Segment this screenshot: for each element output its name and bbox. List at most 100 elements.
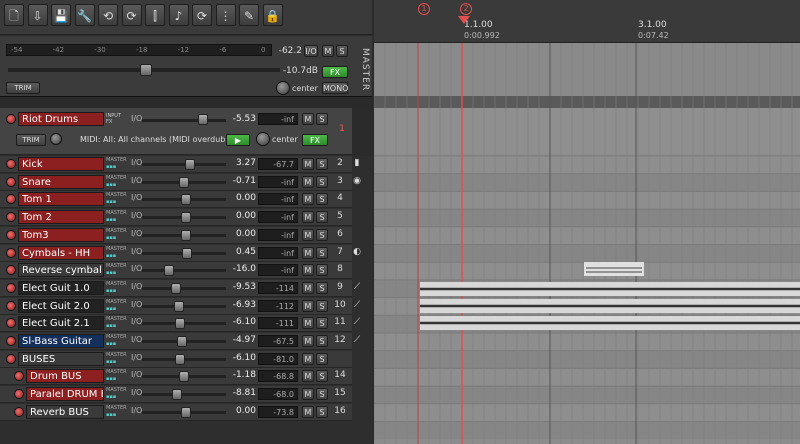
master-volume-knob[interactable] [140,64,152,76]
master-send-tag[interactable]: MASTER [106,369,130,375]
track-io-button[interactable]: I/O [131,247,142,256]
volume-fader[interactable] [142,393,226,397]
track-io-button[interactable]: I/O [131,300,142,309]
solo-button[interactable]: S [316,335,328,347]
master-send-tag[interactable]: MASTER [106,263,130,269]
volume-fader[interactable] [142,286,226,290]
mute-button[interactable]: M [302,246,314,259]
track-name[interactable]: Kick [18,157,104,171]
track-name[interactable]: Cymbals - HH [18,245,104,260]
track-name[interactable]: Reverb BUS [26,404,104,419]
record-monitor-icon[interactable]: ▶ [226,134,250,146]
track-name[interactable]: BUSES [18,351,104,366]
playhead-triangle-icon[interactable] [458,16,470,24]
track-io-button[interactable]: I/O [131,317,142,326]
track-io-button[interactable]: I/O [131,370,142,379]
track-row[interactable]: Tom3 MASTER ▪▪▪ I/O 0.00 -inf M S 6 [0,226,352,244]
trim-button[interactable]: TRIM [16,134,46,146]
track-io-button[interactable]: I/O [131,282,142,291]
input-monitor-icon[interactable] [50,133,62,145]
volume-knob[interactable] [180,212,191,224]
track-io-button[interactable]: I/O [131,264,142,273]
record-arm-button[interactable] [6,318,16,329]
track-io-button[interactable]: I/O [131,211,142,220]
volume-knob[interactable] [163,265,174,277]
record-arm-button[interactable] [14,371,24,382]
master-send-tag[interactable]: MASTER [106,157,130,163]
master-send-tag[interactable]: MASTER [106,175,130,181]
midi-input-select[interactable]: MIDI: All: All channels (MIDI overdub) [80,135,230,144]
track-name[interactable]: Sl-Bass Guitar [18,334,104,348]
track-row[interactable]: Elect Guit 2.1 MASTER ▪▪▪ I/O -6.10 -111 M S 11 ⟋ [0,315,360,333]
mute-button[interactable]: M [302,113,314,125]
record-arm-button[interactable] [6,300,16,311]
mute-button[interactable]: M [302,299,314,312]
metronome-icon[interactable]: ♪ [168,4,189,26]
track-io-button[interactable]: I/O [131,114,142,123]
volume-knob[interactable] [185,159,196,170]
solo-button[interactable]: S [316,281,328,294]
record-arm-button[interactable] [6,336,16,346]
track-row[interactable]: Elect Guit 1.0 MASTER ▪▪▪ I/O -9.53 -114 M S 9 ⟋ [0,279,360,297]
master-send-tag[interactable]: MASTER [106,352,130,358]
track-io-button[interactable]: I/O [131,353,142,362]
master-send-tag[interactable]: MASTER [106,246,130,252]
volume-knob[interactable] [180,194,191,206]
fx-button[interactable]: FX [302,134,328,146]
track-name[interactable]: Snare [18,174,104,189]
solo-button[interactable]: S [316,158,328,170]
mute-button[interactable]: M [302,370,314,383]
solo-button[interactable]: S [316,299,328,312]
volume-fader[interactable] [142,269,226,273]
grid-icon[interactable]: ⋮ [215,4,236,26]
mute-button[interactable]: M [302,317,314,330]
ripple-icon[interactable]: ⟳ [121,4,142,26]
volume-knob[interactable] [176,336,187,347]
volume-knob[interactable] [172,389,183,401]
pan-knob[interactable] [256,132,270,146]
mute-button[interactable]: M [302,388,314,401]
track-name[interactable]: Tom3 [18,227,104,242]
master-fx-button[interactable]: FX [322,66,348,78]
solo-button[interactable]: S [316,175,328,188]
track-io-button[interactable]: I/O [131,406,142,415]
record-arm-button[interactable] [6,229,16,240]
record-arm-button[interactable] [14,406,24,417]
master-send-tag[interactable]: MASTER [106,281,130,287]
solo-button[interactable]: S [316,228,328,241]
volume-fader[interactable] [142,163,226,166]
save-project-icon[interactable]: 💾 [51,4,71,26]
track-riot-drums[interactable]: Riot Drums INPUT FX I/O -5.53 -inf M S T… [0,108,352,155]
track-row[interactable]: Drum BUS MASTER ▪▪▪ I/O -1.18 -68.8 M S 14 [0,368,352,386]
track-row[interactable]: BUSES MASTER ▪▪▪ I/O -6.10 -81.0 M S [0,350,352,368]
record-arm-button[interactable] [6,282,16,293]
fx-tag[interactable]: FX [106,119,130,125]
marker-1[interactable]: 1 [418,3,430,15]
master-io-button[interactable]: I/O [304,45,318,57]
track-io-button[interactable]: I/O [131,335,142,344]
master-solo-button[interactable]: S [336,45,348,57]
mute-button[interactable]: M [302,352,314,365]
arrange-view[interactable] [374,0,800,444]
loop-icon[interactable]: ⟳ [192,4,212,26]
solo-button[interactable]: S [316,405,328,418]
master-send-tag[interactable]: MASTER [106,387,130,393]
master-mono-button[interactable]: MONO [322,82,348,94]
track-io-button[interactable]: I/O [131,158,142,167]
mute-button[interactable]: M [302,228,314,241]
ripple-off-icon[interactable]: ⟲ [98,4,118,26]
solo-button[interactable]: S [316,246,328,259]
track-row[interactable]: Reverse cymbal MASTER ▪▪▪ I/O -16.0 -inf M S 8 [0,262,352,280]
master-mute-button[interactable]: M [322,45,334,57]
track-row[interactable]: Paralel DRUM B MASTER ▪▪▪ I/O -8.81 -68.0 M S 15 [0,386,352,404]
solo-button[interactable]: S [316,264,328,277]
track-name[interactable]: Riot Drums [18,112,104,126]
track-name[interactable]: Tom 1 [18,192,104,207]
open-project-icon[interactable]: ⇩ [27,4,48,26]
solo-button[interactable]: S [316,113,328,125]
timeline-ruler[interactable]: 1 2 1.1.00 0:00.992 3.1.00 0:07.42 [374,0,800,43]
track-row[interactable]: Tom 2 MASTER ▪▪▪ I/O 0.00 -inf M S 5 [0,209,352,227]
master-send-tag[interactable]: MASTER [106,210,130,216]
volume-knob[interactable] [180,229,191,241]
grid-snap-icon[interactable]: ⫿ [145,4,165,26]
